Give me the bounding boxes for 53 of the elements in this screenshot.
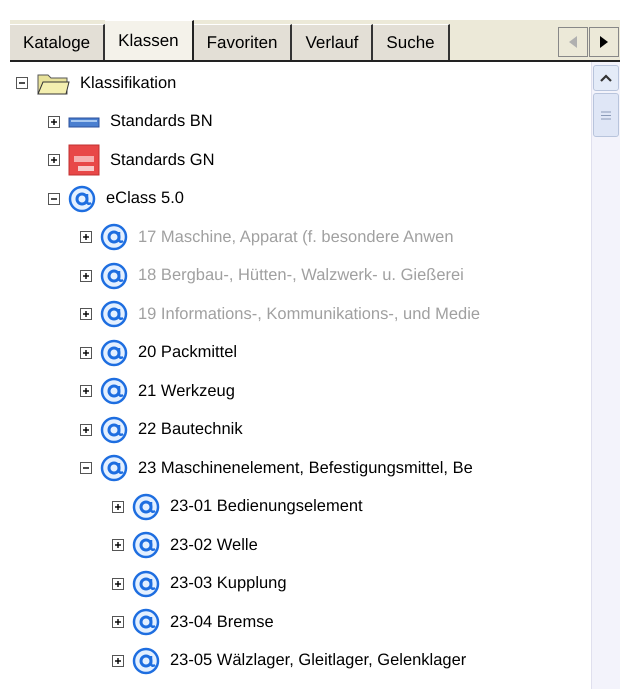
at-sign-icon xyxy=(100,223,128,252)
scrollbar-thumb[interactable] xyxy=(593,93,619,137)
expand-icon[interactable] xyxy=(80,385,92,398)
tree-item[interactable]: 21 Werkzeug xyxy=(138,382,235,401)
expand-icon[interactable] xyxy=(112,578,124,590)
block-icon xyxy=(68,144,100,176)
at-sign-icon xyxy=(100,300,128,328)
at-sign-icon xyxy=(100,377,128,406)
expand-icon[interactable] xyxy=(112,500,124,513)
expand-icon[interactable] xyxy=(48,154,60,166)
tree-item[interactable]: 23-05 Wälzlager, Gleitlager, Gelenklager xyxy=(170,651,466,670)
scroll-right-button[interactable] xyxy=(589,27,619,57)
at-sign-icon xyxy=(132,531,160,560)
tree-item[interactable]: 23 Maschinenelement, Befestigungsmittel, Be xyxy=(138,458,473,478)
collapse-icon[interactable] xyxy=(48,192,60,205)
tab[interactable]: Favoriten xyxy=(194,24,292,60)
collapse-icon[interactable] xyxy=(80,462,92,474)
tree-item[interactable]: Standards BN xyxy=(110,112,213,132)
expand-icon[interactable] xyxy=(112,654,124,667)
expand-icon[interactable] xyxy=(112,616,124,628)
at-sign-icon xyxy=(132,646,160,675)
expand-icon[interactable] xyxy=(48,116,60,128)
caret-up-icon xyxy=(600,74,612,82)
bar-icon xyxy=(68,114,100,129)
tree-item[interactable]: 23-04 Bremse xyxy=(170,612,274,632)
expand-icon[interactable] xyxy=(80,346,92,359)
at-sign-icon xyxy=(132,492,160,521)
tree-item[interactable]: Standards GN xyxy=(110,150,215,170)
tab[interactable]: Verlauf xyxy=(292,24,374,60)
grip-icon xyxy=(601,110,611,120)
at-sign-icon xyxy=(132,570,160,598)
expand-icon[interactable] xyxy=(80,424,92,436)
at-sign-icon xyxy=(68,184,96,213)
tab[interactable]: Kataloge xyxy=(10,24,106,60)
expand-icon[interactable] xyxy=(112,539,124,552)
left-triangle-icon xyxy=(569,36,577,48)
at-sign-icon xyxy=(132,608,160,636)
at-sign-icon xyxy=(100,338,128,367)
tree-item[interactable]: Klassifikation xyxy=(80,74,176,93)
at-sign-icon xyxy=(100,262,128,290)
at-sign-icon xyxy=(100,454,128,482)
tab[interactable]: Klassen xyxy=(105,20,194,60)
tree-item[interactable]: 22 Bautechnik xyxy=(138,420,243,440)
tree-item[interactable]: 20 Packmittel xyxy=(138,343,238,362)
collapse-icon[interactable] xyxy=(16,77,28,90)
right-triangle-icon xyxy=(600,36,608,48)
tree-item[interactable]: eClass 5.0 xyxy=(106,189,184,208)
at-sign-icon xyxy=(100,416,128,444)
tree-item[interactable]: 23-01 Bedienungselement xyxy=(170,497,363,516)
tree-item[interactable]: 23-02 Welle xyxy=(170,536,258,555)
tree-item[interactable]: 23-03 Kupplung xyxy=(170,574,287,594)
tab[interactable]: Suche xyxy=(373,24,450,60)
scroll-up-button[interactable] xyxy=(593,65,619,91)
